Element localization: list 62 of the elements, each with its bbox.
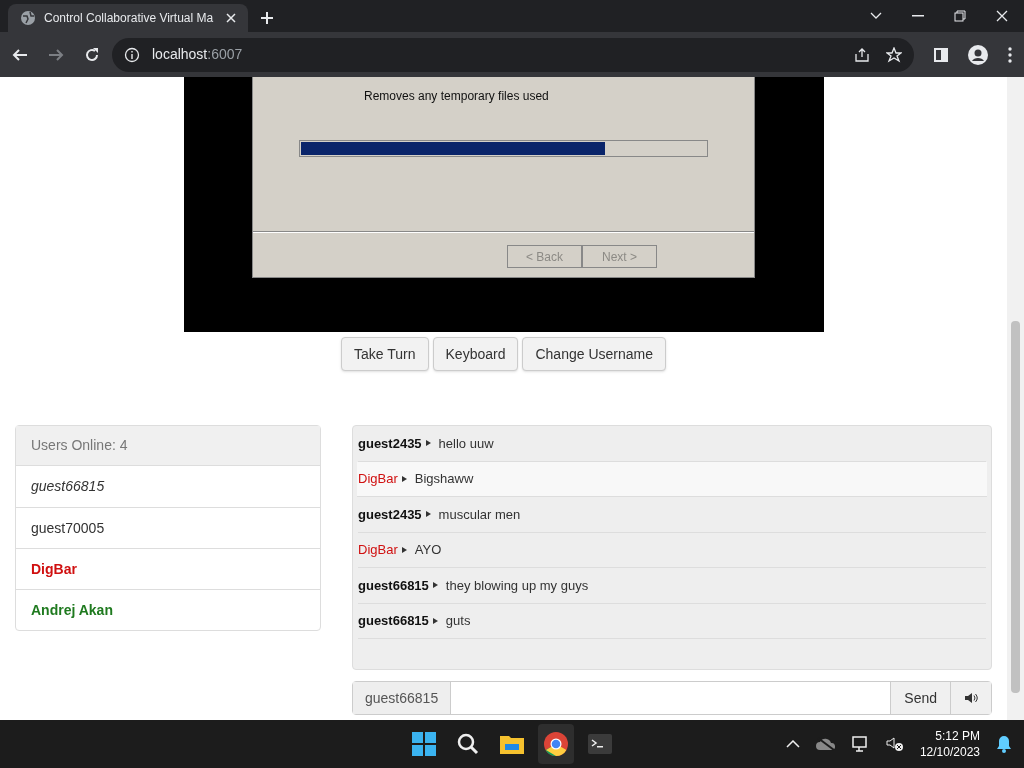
side-panel-icon[interactable]	[934, 47, 948, 62]
clock[interactable]: 5:12 PM 12/10/2023	[919, 728, 980, 760]
chat-message-text: AYO	[414, 541, 442, 559]
restore-icon[interactable]	[954, 10, 966, 22]
triangle-icon	[425, 511, 431, 518]
back-arrow-icon[interactable]	[12, 46, 28, 63]
control-button[interactable]: Keyboard	[432, 337, 519, 371]
browser-tab[interactable]: Control Collaborative Virtual Ma	[8, 4, 248, 32]
cloud-off-icon[interactable]	[815, 737, 836, 751]
folder-icon[interactable]	[500, 734, 524, 754]
more-menu-icon[interactable]	[1008, 46, 1012, 63]
chat-message-text: muscular men	[438, 505, 521, 524]
chevron-up-icon[interactable]	[785, 740, 800, 748]
speaker-icon	[964, 692, 978, 704]
chat-username: guest66815	[358, 612, 429, 630]
triangle-icon	[401, 475, 407, 482]
chevron-down-icon[interactable]	[870, 12, 882, 20]
url-text: localhost:6007	[152, 45, 243, 64]
triangle-icon	[432, 582, 438, 589]
volume-muted-icon[interactable]	[885, 736, 904, 752]
dialog-text: Removes any temporary files used	[363, 88, 550, 105]
control-button[interactable]: Change Username	[522, 337, 666, 371]
bell-icon[interactable]	[996, 735, 1012, 753]
users-heading: Users Online: 4	[16, 426, 320, 466]
send-button[interactable]: Send	[890, 682, 950, 714]
chat-username: DigBar	[358, 541, 398, 559]
terminal-icon[interactable]	[588, 734, 612, 754]
chat-username: guest2435	[358, 434, 422, 453]
chat-message-text: hello uuw	[438, 434, 494, 453]
search-icon[interactable]	[457, 733, 479, 755]
triangle-icon	[432, 617, 438, 624]
chat-username: guest2435	[358, 505, 422, 524]
network-icon[interactable]	[851, 735, 870, 753]
user-list-item[interactable]: Andrej Akan	[16, 589, 320, 630]
chat-username: DigBar	[358, 470, 398, 488]
profile-icon[interactable]	[968, 44, 988, 65]
chat-message-text: they blowing up my guys	[445, 576, 589, 595]
user-list-item[interactable]: DigBar	[16, 548, 320, 589]
tab-title: Control Collaborative Virtual Ma	[44, 10, 215, 27]
address-bar[interactable]: localhost:6007	[112, 37, 914, 72]
start-icon[interactable]	[412, 732, 436, 756]
close-icon[interactable]	[226, 13, 236, 23]
triangle-icon	[401, 546, 407, 553]
close-icon[interactable]	[996, 10, 1008, 22]
username-label: guest66815	[353, 682, 452, 714]
chat-message-text: guts	[445, 612, 471, 630]
forward-arrow-icon[interactable]	[48, 46, 64, 63]
sound-button[interactable]	[950, 682, 991, 714]
control-button[interactable]: Take Turn	[341, 337, 429, 371]
minimize-icon[interactable]	[912, 15, 924, 17]
info-icon[interactable]	[124, 46, 140, 63]
chat-message-text: Bigshaww	[414, 470, 474, 488]
new-tab-icon[interactable]	[260, 11, 274, 25]
triangle-icon	[425, 440, 431, 447]
share-icon[interactable]	[854, 46, 870, 63]
globe-icon	[20, 10, 36, 26]
user-list-item[interactable]: guest66815	[16, 466, 320, 507]
user-list-item[interactable]: guest70005	[16, 507, 320, 548]
browser-icon[interactable]	[544, 732, 568, 756]
reload-icon[interactable]	[84, 46, 100, 63]
chat-username: guest66815	[358, 576, 429, 595]
star-icon[interactable]	[886, 46, 902, 63]
